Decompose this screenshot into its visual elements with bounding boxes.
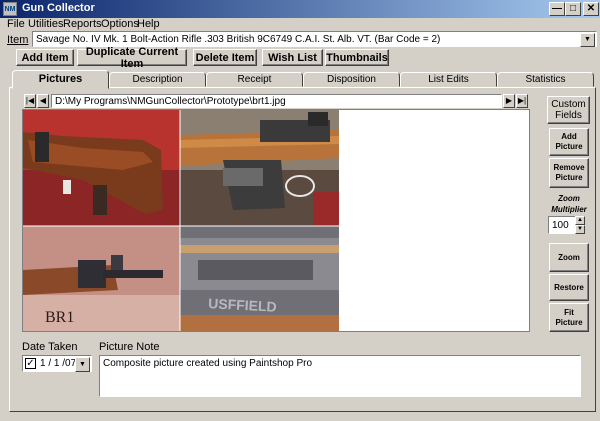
menu-bar: File Utilities Reports Options Help [0,18,600,32]
picture-path-field[interactable]: D:\My Programs\NMGunCollector\Prototype\… [51,94,502,108]
last-picture-icon[interactable]: ▶| [516,94,528,108]
tab-pictures[interactable]: Pictures [12,70,109,89]
first-picture-icon[interactable]: |◀ [24,94,36,108]
zoom-multiplier-value: 100 [552,220,569,231]
tab-description[interactable]: Description [109,72,206,87]
zoom-button[interactable]: Zoom [549,243,589,272]
close-icon[interactable]: ✕ [583,2,599,16]
title-bar: NM Gun Collector — □ ✕ [0,0,600,18]
thumbnails-button[interactable]: Thumbnails [325,49,389,66]
tab-receipt[interactable]: Receipt [206,72,303,87]
zoom-multiplier-label: Zoom Multiplier [551,194,587,214]
window-title: Gun Collector [22,2,95,14]
wish-list-button[interactable]: Wish List [262,49,323,66]
next-picture-icon[interactable]: ▶ [503,94,515,108]
picture-viewer[interactable]: BR1 USFFIELD [22,109,530,332]
date-taken-picker[interactable]: ✓ 1 / 1 /07 ▼ [22,355,92,372]
zoom-up-icon[interactable]: ▲ [575,216,585,225]
restore-button[interactable]: Restore [549,274,589,301]
date-taken-checkbox[interactable]: ✓ [25,358,36,369]
item-label: Item [7,34,29,46]
menu-utilities[interactable]: Utilities [28,18,63,30]
picture-note-textarea[interactable]: Composite picture created using Paintsho… [99,355,581,397]
zoom-down-icon[interactable]: ▼ [575,225,585,234]
picture-note-value: Composite picture created using Paintsho… [103,358,313,369]
add-picture-button[interactable]: Add Picture [549,128,589,156]
duplicate-item-button[interactable]: Duplicate Current Item [77,46,187,70]
calendar-dropdown-icon[interactable]: ▼ [75,357,90,372]
tab-disposition[interactable]: Disposition [303,72,400,87]
chevron-down-icon[interactable]: ▼ [580,33,595,47]
maximize-icon[interactable]: □ [565,2,581,16]
item-select-value: Savage No. IV Mk. 1 Bolt-Action Rifle .3… [36,34,441,45]
tab-list-edits[interactable]: List Edits [400,72,497,87]
date-taken-label: Date Taken [22,341,78,353]
menu-options[interactable]: Options [101,18,139,30]
menu-help[interactable]: Help [137,18,160,30]
delete-item-button[interactable]: Delete Item [193,49,257,66]
picture-note-label: Picture Note [99,341,160,353]
photo-watermark: BR1 [45,309,74,326]
menu-reports[interactable]: Reports [63,18,102,30]
custom-fields-button[interactable]: Custom Fields [547,96,590,124]
add-item-button[interactable]: Add Item [16,49,74,66]
minimize-icon[interactable]: — [549,2,565,16]
picture-path: D:\My Programs\NMGunCollector\Prototype\… [55,96,286,107]
remove-picture-button[interactable]: Remove Picture [549,158,589,188]
date-taken-value: 1 / 1 /07 [40,358,77,369]
tab-statistics[interactable]: Statistics [497,72,594,87]
previous-picture-icon[interactable]: ◀ [37,94,49,108]
app-icon: NM [3,2,17,16]
fit-picture-button[interactable]: Fit Picture [549,303,589,332]
menu-file[interactable]: File [7,18,25,30]
composite-rifle-photo: BR1 USFFIELD [23,110,339,331]
